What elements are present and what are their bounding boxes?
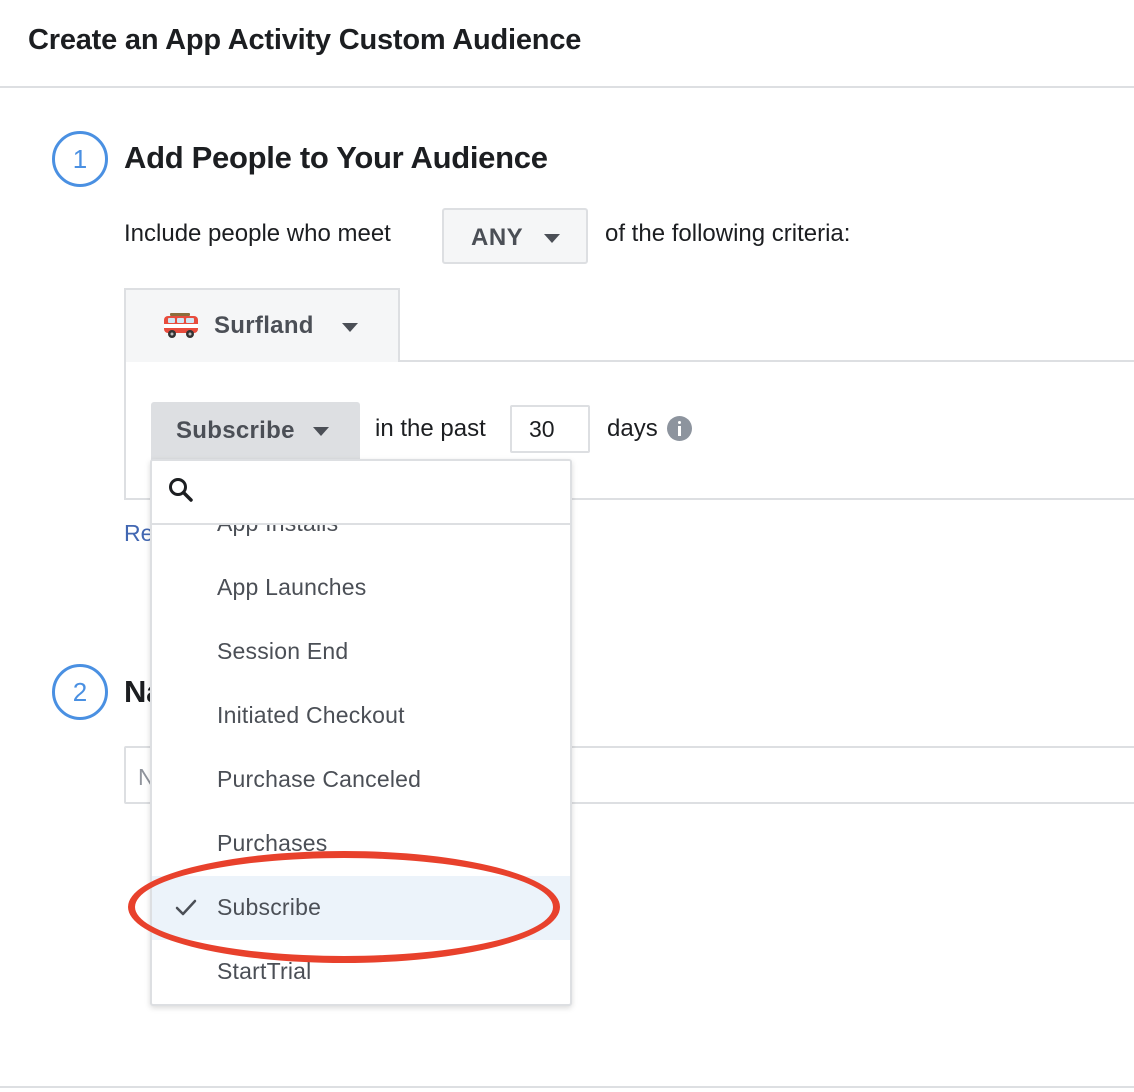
match-any-dropdown[interactable]: ANY (442, 208, 588, 264)
chevron-down-icon (313, 427, 329, 436)
option-label: App Installs (217, 525, 338, 537)
info-icon[interactable] (667, 416, 692, 441)
dropdown-option-app-launches[interactable]: App Launches (152, 556, 570, 620)
chevron-down-icon (342, 323, 358, 332)
app-name-label: Surfland (214, 312, 314, 339)
option-label: Purchase Canceled (217, 766, 422, 792)
days-label: days (607, 415, 658, 442)
dropdown-option-starttrial[interactable]: StartTrial (152, 940, 570, 1004)
app-selector-tab[interactable]: Surfland (124, 288, 400, 362)
include-suffix-text: of the following criteria: (605, 220, 851, 247)
option-label: Initiated Checkout (217, 702, 405, 728)
footer-divider (0, 1086, 1134, 1088)
van-icon (164, 313, 198, 338)
event-options-list: App Installs App Launches Session End In… (152, 525, 570, 1004)
dropdown-option-initiated-checkout[interactable]: Initiated Checkout (152, 684, 570, 748)
include-prefix-text: Include people who meet (124, 220, 391, 247)
step-1-badge: 1 (52, 131, 108, 187)
option-label: Subscribe (217, 894, 322, 920)
chevron-down-icon (544, 234, 560, 243)
dropdown-option-purchase-canceled[interactable]: Purchase Canceled (152, 748, 570, 812)
dropdown-option-session-end[interactable]: Session End (152, 620, 570, 684)
page-header: Create an App Activity Custom Audience (0, 0, 1134, 88)
event-dropdown-menu: App Installs App Launches Session End In… (150, 459, 572, 1006)
event-dropdown-button[interactable]: Subscribe (151, 402, 360, 460)
in-the-past-text: in the past (375, 415, 486, 442)
option-label: App Launches (217, 574, 367, 600)
checkmark-icon (175, 899, 197, 916)
step-2-badge: 2 (52, 664, 108, 720)
dropdown-option-purchases[interactable]: Purchases (152, 812, 570, 876)
remove-link[interactable]: Re (124, 520, 153, 547)
page-title: Create an App Activity Custom Audience (28, 24, 582, 56)
match-any-label: ANY (471, 224, 524, 251)
event-search-field[interactable] (152, 461, 570, 525)
option-label: Purchases (217, 830, 328, 856)
days-input[interactable] (510, 405, 590, 453)
dropdown-option-app-installs[interactable]: App Installs (152, 525, 570, 556)
event-dropdown-label: Subscribe (176, 417, 295, 444)
search-icon (169, 478, 193, 502)
step-1-title: Add People to Your Audience (124, 140, 548, 175)
dropdown-option-subscribe[interactable]: Subscribe (152, 876, 570, 940)
option-label: Session End (217, 638, 349, 664)
option-label: StartTrial (217, 958, 312, 984)
